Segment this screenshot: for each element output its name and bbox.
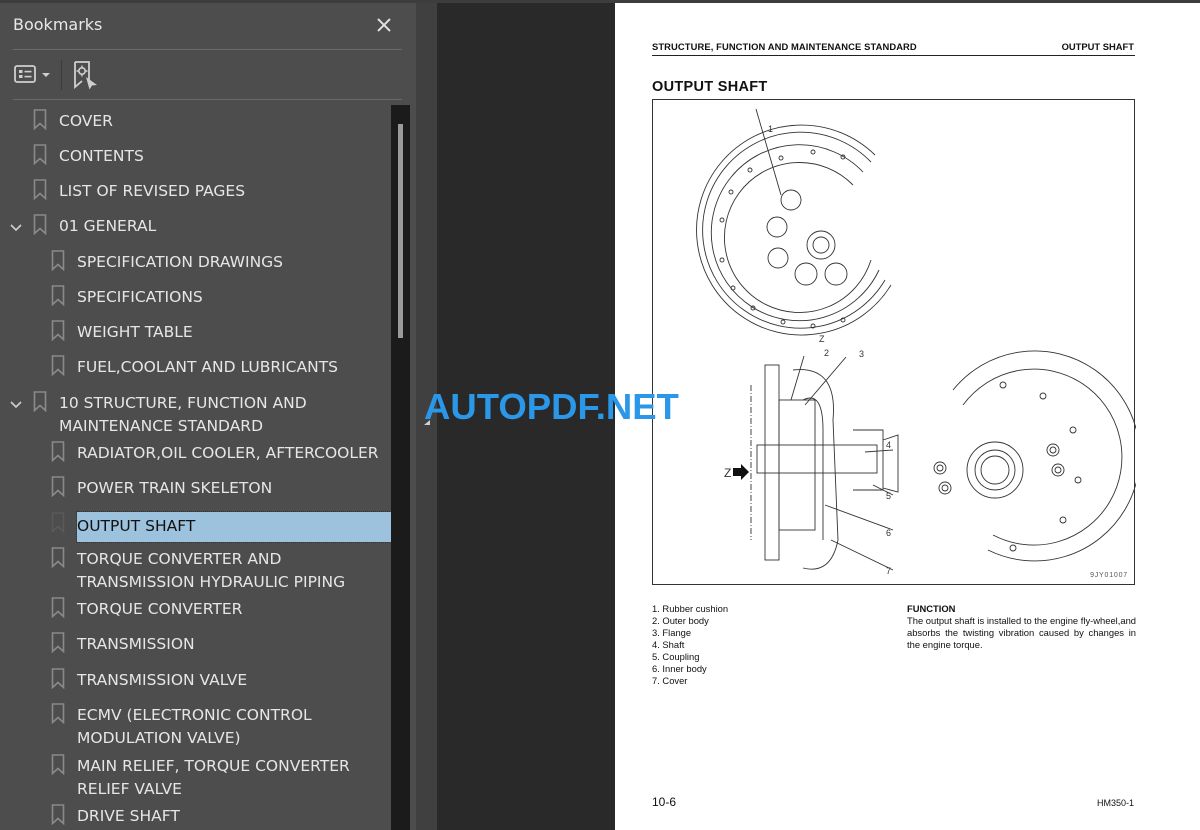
bookmark-label: TORQUE CONVERTER AND TRANSMISSION HYDRAU… xyxy=(77,550,346,591)
bookmark-icon xyxy=(51,441,65,463)
bookmark-label: WEIGHT TABLE xyxy=(77,323,193,341)
model-number: HM350-1 xyxy=(1096,798,1134,808)
bookmark-icon xyxy=(51,754,65,776)
running-header-section: STRUCTURE, FUNCTION AND MAINTENANCE STAN… xyxy=(652,41,917,52)
bookmark-icon xyxy=(33,109,47,131)
front-view-drawing xyxy=(696,108,892,336)
bookmark-label: ECMV (ELECTRONIC CONTROL MODULATION VALV… xyxy=(77,706,312,747)
bookmark-label: TORQUE CONVERTER xyxy=(77,600,243,618)
bookmark-label: DRIVE SHAFT xyxy=(77,807,180,825)
view-direction-arrow-icon xyxy=(733,464,749,480)
bookmark-icon xyxy=(33,144,47,166)
bookmark-icon xyxy=(51,285,65,307)
pdf-page: STRUCTURE, FUNCTION AND MAINTENANCE STAN… xyxy=(615,3,1200,830)
bookmark-label: 10 STRUCTURE, FUNCTION AND MAINTENANCE S… xyxy=(59,394,307,435)
bookmark-label: LIST OF REVISED PAGES xyxy=(59,182,246,200)
output-shaft-figure: 1 Z 2 3 4 5 6 7 Z 9JY01007 xyxy=(652,99,1136,585)
callout-7: 7 xyxy=(886,566,891,576)
bookmark-label: TRANSMISSION VALVE xyxy=(77,671,248,689)
part-item: 3. Flange xyxy=(652,627,692,638)
callout-6: 6 xyxy=(886,528,891,538)
chevron-down-icon[interactable] xyxy=(9,395,23,409)
bookmark-icon xyxy=(51,804,65,826)
bookmark-icon xyxy=(33,179,47,201)
bookmark-icon xyxy=(33,214,47,236)
bookmark-icon xyxy=(51,512,65,534)
bookmark-icon xyxy=(51,320,65,342)
divider xyxy=(13,99,402,100)
bookmark-icon xyxy=(51,476,65,498)
bookmark-options-icon xyxy=(14,65,50,83)
scrollbar-thumb[interactable] xyxy=(398,124,403,338)
bookmark-label: CONTENTS xyxy=(59,147,144,165)
part-item: 4. Shaft xyxy=(652,639,685,650)
part-item: 1. Rubber cushion xyxy=(652,603,729,614)
technical-drawing: 1 Z 2 3 4 5 6 7 Z xyxy=(696,108,1136,576)
page-number: 10-6 xyxy=(652,795,677,809)
callout-3: 3 xyxy=(859,349,864,359)
part-item: 6. Inner body xyxy=(652,663,707,674)
bookmarks-toolbar xyxy=(13,58,393,92)
chevron-down-icon[interactable] xyxy=(9,218,23,232)
bookmark-label: TRANSMISSION xyxy=(77,635,195,653)
bookmark-options-button[interactable] xyxy=(13,62,55,88)
section-view-drawing xyxy=(750,355,899,571)
part-item: 5. Coupling xyxy=(652,651,700,662)
watermark: AUTOPDF.NET xyxy=(424,386,679,427)
function-heading: FUNCTION xyxy=(907,603,956,614)
dropdown-caret-icon xyxy=(42,73,50,77)
bookmark-label: 01 GENERAL xyxy=(59,217,157,235)
close-icon[interactable] xyxy=(373,14,395,36)
part-item: 7. Cover xyxy=(652,675,688,686)
bookmark-icon xyxy=(51,703,65,725)
find-current-bookmark-button[interactable] xyxy=(71,60,99,90)
callout-1: 1 xyxy=(768,124,773,134)
bookmark-icon xyxy=(51,355,65,377)
page-title: OUTPUT SHAFT xyxy=(652,79,768,95)
bookmark-icon xyxy=(33,391,47,413)
header-rule xyxy=(652,55,1135,56)
z-view-drawing xyxy=(933,350,1136,562)
callout-2: 2 xyxy=(824,348,829,358)
bookmark-label: POWER TRAIN SKELETON xyxy=(77,479,273,497)
part-item: 2. Outer body xyxy=(652,615,709,626)
bookmark-label: SPECIFICATION DRAWINGS xyxy=(77,253,284,271)
figure-code: 9JY01007 xyxy=(1090,572,1128,579)
parts-list: 1. Rubber cushion 2. Outer body 3. Flang… xyxy=(652,603,728,687)
toolbar-separator xyxy=(61,60,62,90)
bookmark-icon xyxy=(51,668,65,690)
view-label: Z xyxy=(819,334,825,344)
running-header-topic: OUTPUT SHAFT xyxy=(1061,41,1134,52)
bookmark-label: FUEL,COOLANT AND LUBRICANTS xyxy=(77,358,338,376)
find-current-bookmark-icon xyxy=(74,61,97,90)
callout-4: 4 xyxy=(886,440,891,450)
panel-title: Bookmarks xyxy=(13,15,103,34)
bookmark-icon xyxy=(51,632,65,654)
callout-5: 5 xyxy=(886,491,891,501)
bookmark-icon xyxy=(51,547,65,569)
arrow-label: Z xyxy=(724,466,731,480)
function-text: The output shaft is installed to the eng… xyxy=(907,615,1136,650)
bookmarks-panel: Bookmarks COVER CONTENTS LIST OF REVISED… xyxy=(0,3,416,830)
bookmark-label: COVER xyxy=(59,112,113,130)
bookmark-icon xyxy=(51,250,65,272)
bookmark-label: SPECIFICATIONS xyxy=(77,288,203,306)
bookmark-label: RADIATOR,OIL COOLER, AFTERCOOLER xyxy=(77,444,379,462)
bookmark-label: MAIN RELIEF, TORQUE CONVERTER RELIEF VAL… xyxy=(77,757,350,798)
bookmark-label: OUTPUT SHAFT xyxy=(76,511,391,543)
bookmark-icon xyxy=(51,597,65,619)
bookmark-tree: COVER CONTENTS LIST OF REVISED PAGES 01 GEN… xyxy=(0,105,391,830)
divider xyxy=(13,49,402,50)
